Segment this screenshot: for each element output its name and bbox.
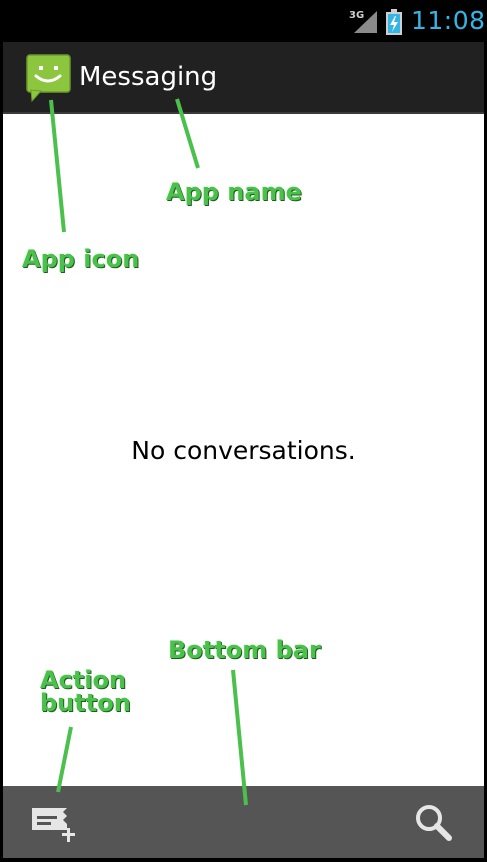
battery-charging-icon bbox=[386, 9, 402, 35]
bottom-bar bbox=[3, 786, 484, 858]
app-title: Messaging bbox=[79, 62, 218, 92]
annotation-action-button-line2: button bbox=[40, 689, 131, 717]
annotation-bottom-bar: Bottom bar bbox=[168, 636, 321, 664]
empty-state-message: No conversations. bbox=[131, 436, 356, 465]
messaging-app-icon[interactable] bbox=[24, 54, 72, 102]
phone-screen: 3G 11:08 Messaging No conversations. App… bbox=[0, 0, 487, 862]
annotation-action-button: Action button bbox=[40, 668, 131, 717]
annotation-app-icon: App icon bbox=[22, 245, 140, 273]
status-clock: 11:08 bbox=[411, 6, 486, 35]
action-bar: Messaging bbox=[3, 42, 484, 114]
annotation-app-name: App name bbox=[166, 178, 302, 206]
search-icon[interactable] bbox=[409, 800, 459, 846]
network-type-label: 3G bbox=[349, 10, 365, 21]
status-bar: 3G 11:08 bbox=[0, 0, 487, 42]
new-message-icon[interactable] bbox=[23, 800, 79, 846]
